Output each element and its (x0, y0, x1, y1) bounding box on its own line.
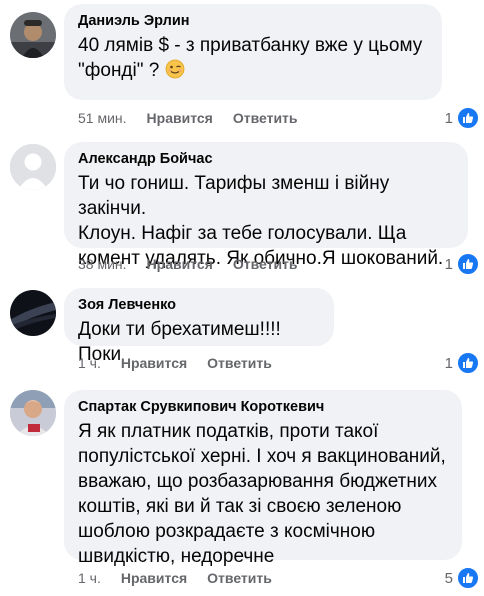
reaction-count[interactable]: 1 (445, 351, 480, 375)
comment-text-line: Я як платник податків, проти такої (78, 421, 379, 442)
like-button[interactable]: Нравится (147, 110, 213, 126)
comment-time[interactable]: 51 мин. (78, 110, 127, 126)
comment-bubble: Спартак Срувкипович Короткевич Я як плат… (64, 390, 462, 567)
user-photo (10, 12, 56, 58)
comment-text-line: Клоун. Нафіг за тебе голосували. Ща (78, 223, 407, 244)
avatar[interactable] (10, 390, 56, 436)
avatar[interactable] (10, 290, 56, 336)
reply-button[interactable]: Ответить (207, 570, 272, 586)
like-count: 1 (444, 109, 453, 127)
like-button[interactable]: Нравится (147, 256, 213, 272)
comment-meta: 38 мин. Нравится Ответить (78, 256, 318, 272)
comment-bubble: Зоя Левченко Доки ти брехатимеш!!!!Поки (64, 288, 334, 365)
comment-bubble: Даниэль Эрлин 40 лямів $ - з приватбанку… (64, 4, 442, 100)
comment-author[interactable]: Даниэль Эрлин (78, 12, 428, 31)
like-button[interactable]: Нравится (121, 355, 187, 371)
reaction-count[interactable]: 1 (445, 252, 480, 276)
comment-text-line-with-emoji: "фонді" ? (78, 58, 428, 83)
reply-button[interactable]: Ответить (233, 256, 298, 272)
comment-text-line: коштів, які ви й так зі своєю зеленою (78, 496, 402, 517)
default-avatar-icon (10, 144, 56, 190)
avatar[interactable] (10, 12, 56, 58)
thumbs-up-icon (456, 566, 480, 590)
comment-text-line: швидкістю, недоречне (78, 546, 275, 567)
like-count: 5 (444, 569, 453, 587)
comment-author[interactable]: Александр Бойчас (78, 150, 454, 169)
comment-text-line: Ти чо гониш. Тарифы зменш і війну закінч… (78, 173, 390, 219)
comment-text-line: 40 лямів $ - з приватбанку вже у цьому (78, 35, 423, 56)
comment-author[interactable]: Спартак Срувкипович Короткевич (78, 398, 448, 417)
thumbs-up-icon (456, 252, 480, 276)
avatar[interactable] (10, 144, 56, 190)
comment-bubble: Александр Бойчас Ти чо гониш. Тарифы зме… (64, 142, 468, 269)
thumbs-up-icon (456, 351, 480, 375)
user-photo (10, 290, 56, 336)
comment-author[interactable]: Зоя Левченко (78, 296, 320, 315)
winking-face-icon (165, 59, 185, 79)
comment-time[interactable]: 1 ч. (78, 355, 101, 371)
reaction-count[interactable]: 5 (445, 566, 480, 590)
comment-meta: 1 ч. Нравится Ответить (78, 570, 292, 586)
reply-button[interactable]: Ответить (207, 355, 272, 371)
comment-text-line: шоблою розкрадаєте з космічною (78, 521, 376, 542)
comment-meta: 1 ч. Нравится Ответить (78, 355, 292, 371)
comment-text-line: "фонді" ? (78, 60, 160, 81)
thumbs-up-icon (456, 106, 480, 130)
user-photo (10, 390, 56, 436)
like-button[interactable]: Нравится (121, 570, 187, 586)
comment-text-line: популістської херні. І хоч я вакциновани… (78, 446, 446, 467)
reply-button[interactable]: Ответить (233, 110, 298, 126)
comment-time[interactable]: 38 мин. (78, 256, 127, 272)
like-count: 1 (444, 255, 453, 273)
like-count: 1 (444, 354, 453, 372)
comment-time[interactable]: 1 ч. (78, 570, 101, 586)
reaction-count[interactable]: 1 (445, 106, 480, 130)
comment-meta: 51 мин. Нравится Ответить (78, 110, 318, 126)
comment-text-line: вважаю, що розбазарювання бюджетних (78, 471, 437, 492)
